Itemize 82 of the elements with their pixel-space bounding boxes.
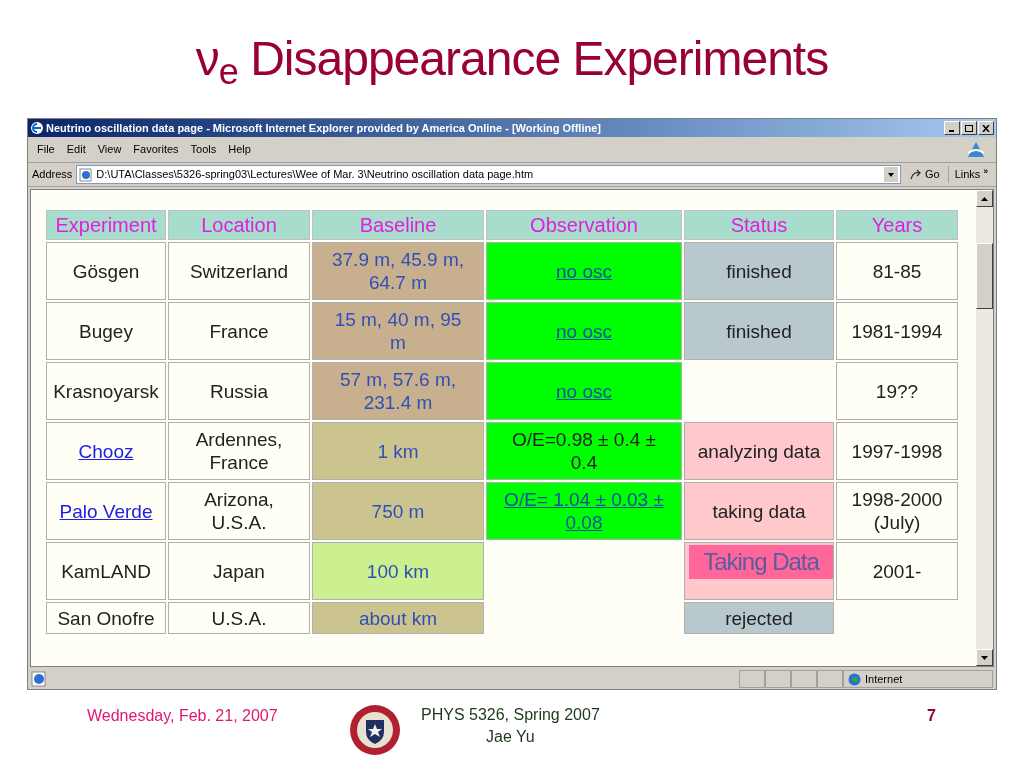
close-button[interactable] [978, 121, 994, 135]
address-label: Address [32, 167, 73, 183]
table-cell: KamLAND [46, 542, 166, 600]
column-header: Years [836, 210, 958, 240]
table-cell: France [168, 302, 310, 360]
table-cell: finished [684, 302, 834, 360]
highlight-label: Taking Data [689, 545, 833, 579]
course-label: PHYS 5326, Spring 2007 [421, 705, 600, 725]
scroll-up-icon[interactable] [981, 196, 988, 201]
logo-icon [966, 140, 986, 159]
table-cell: 2001- [836, 542, 958, 600]
dropdown-icon[interactable] [883, 167, 898, 182]
table-link[interactable]: no osc [556, 259, 612, 283]
table-cell: Switzerland [168, 242, 310, 300]
table-link[interactable]: no osc [556, 319, 612, 343]
page-number: 7 [927, 706, 936, 726]
scroll-thumb[interactable] [976, 243, 993, 309]
table-cell: Russia [168, 362, 310, 420]
table-cell: 37.9 m, 45.9 m, 64.7 m [312, 242, 484, 300]
scrollbar[interactable] [976, 190, 993, 666]
menu-item[interactable]: Tools [185, 141, 222, 158]
table-cell: U.S.A. [168, 602, 310, 634]
zone-label: Internet [865, 671, 903, 687]
menu-item[interactable]: View [92, 141, 127, 158]
table-cell: San Onofre [46, 602, 166, 634]
maximize-button[interactable] [961, 121, 977, 135]
table-cell: 1998-2000 (July) [836, 482, 958, 540]
browser-icon [30, 121, 44, 135]
page-icon [31, 671, 47, 687]
menu-item[interactable]: File [32, 141, 60, 158]
table-link[interactable]: Chooz [78, 439, 134, 463]
table-cell: 100 km [312, 542, 484, 600]
close-icon [982, 124, 990, 132]
table-cell: Arizona, U.S.A. [168, 482, 310, 540]
slide-date: Wednesday, Feb. 21, 2007 [87, 706, 279, 726]
status-panel [791, 670, 817, 688]
table-link[interactable]: O/E= 1.04 ± 0.03 ± 0.08 [499, 488, 669, 534]
minimize-button[interactable] [944, 121, 960, 135]
seal-icon [349, 704, 401, 756]
table-cell: Ardennes, France [168, 422, 310, 480]
author-label: Jae Yu [486, 727, 535, 747]
table-cell: Gösgen [46, 242, 166, 300]
column-header: Location [168, 210, 310, 240]
links-button[interactable]: Links $^{»}$ [947, 166, 992, 183]
table-cell: 15 m, 40 m, 95 m [312, 302, 484, 360]
table-cell: O/E=0.98 ± 0.4 ± 0.4 [486, 422, 682, 480]
table-cell: 750 m [312, 482, 484, 540]
table-cell: Bugey [46, 302, 166, 360]
window-title: Neutrino oscillation data page - Microsoft Internet Explorer provided by America Online - [Working Offline] [46, 120, 601, 136]
slide-title: ν$_{e}$ Disappearance Experiments [195, 31, 829, 94]
table-cell: 1997-1998 [836, 422, 958, 480]
column-header: Status [684, 210, 834, 240]
table-cell: 57 m, 57.6 m, 231.4 m [312, 362, 484, 420]
column-header: Experiment [46, 210, 166, 240]
menu-item[interactable]: Edit [61, 141, 91, 158]
status-panel [765, 670, 791, 688]
go-button[interactable]: Go [904, 166, 944, 183]
table-cell: Krasnoyarsk [46, 362, 166, 420]
column-header: Observation [486, 210, 682, 240]
table-cell: 81-85 [836, 242, 958, 300]
table-cell: rejected [684, 602, 834, 634]
table-cell: Japan [168, 542, 310, 600]
column-header: Baseline [312, 210, 484, 240]
table-cell: 1 km [312, 422, 484, 480]
maximize-icon [965, 124, 973, 132]
table-link[interactable]: Palo Verde [59, 499, 153, 523]
table-cell: 1981-1994 [836, 302, 958, 360]
scroll-down-icon[interactable] [981, 655, 988, 660]
table-cell: about km [312, 602, 484, 634]
table-link[interactable]: no osc [556, 379, 612, 403]
page-icon [79, 167, 94, 182]
table-cell: 19?? [836, 362, 958, 420]
arrow-icon [908, 168, 923, 181]
globe-icon [848, 672, 861, 686]
menu-item[interactable]: Favorites [128, 141, 184, 158]
table-cell: analyzing data [684, 422, 834, 480]
table-cell: taking data [684, 482, 834, 540]
address-text: D:\UTA\Classes\5326-spring03\Lectures\Wee of Mar. 3\Neutrino oscillation data page.htm [96, 167, 535, 183]
status-panel [739, 670, 765, 688]
table-cell: finished [684, 242, 834, 300]
address-field[interactable]: D:\UTA\Classes\5326-spring03\Lectures\Wee of Mar. 3\Neutrino oscillation data page.htm [76, 165, 901, 184]
menu-item[interactable]: Help [223, 141, 256, 158]
